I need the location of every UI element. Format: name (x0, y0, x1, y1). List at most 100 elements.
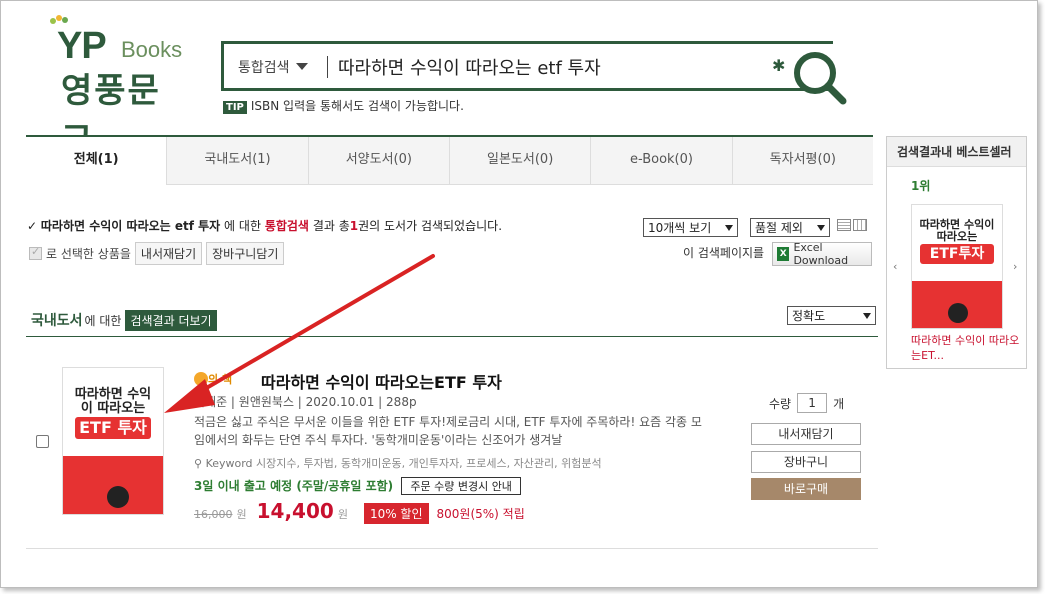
ship-estimate: 3일 이내 출고 예정 (194, 479, 293, 493)
key-icon: ⚲ (194, 457, 203, 470)
summary-query: 따라하면 수익이 따라오는 etf 투자 (40, 219, 221, 233)
bulk-label: 로 선택한 상품을 (46, 247, 131, 261)
search-tip: TIP ISBN 입력을 통해서도 검색이 가능합니다. (223, 97, 464, 114)
more-results-button[interactable]: 검색결과 더보기 (125, 310, 217, 331)
search-category-select[interactable]: 통합검색 (238, 57, 308, 77)
chevron-down-icon (295, 63, 308, 70)
original-price: 16,000 (194, 508, 233, 521)
bestseller-title: 검색결과내 베스트셀러 (887, 137, 1026, 167)
sale-price: 14,400 (256, 499, 334, 523)
next-arrow-icon[interactable]: › (1013, 260, 1017, 273)
summary-count: 1 (349, 219, 359, 233)
points-earned: 800원(5%) 적립 (436, 507, 525, 521)
bestseller-cover-emblem (948, 303, 968, 323)
section-for: 에 대한 (84, 314, 122, 328)
browser-frame: YP Books 영풍문고 통합검색 ✱ TIPISBN 입력을 통해서도 검색… (0, 0, 1038, 588)
book-description: 적금은 싫고 주식은 무서운 이들을 위한 ETF 투자!제로금리 시대, ET… (194, 415, 702, 447)
result-summary: ✓ 따라하면 수익이 따라오는 etf 투자 에 대한 통합검색 결과 총1권의… (27, 217, 502, 234)
add-wishlist-button[interactable]: 내서재담기 (134, 242, 203, 265)
logo-yp: YP (57, 25, 107, 67)
bestseller-name[interactable]: 따라하면 수익이 따라오는ET... (911, 333, 1021, 363)
check-icon: ✓ (27, 219, 38, 233)
editor-pick-badge: 의 책 (194, 371, 232, 387)
book-cover[interactable]: 따라하면 수익이 따라오는 ETF 투자 (62, 367, 164, 515)
price-row: 16,000 원 14,400 원 10% 할인 800원(5%) 적립 (194, 499, 525, 524)
view-toggle (837, 219, 869, 234)
bestseller-cover-title: 따라하면 수익이 따라오는 (919, 218, 995, 243)
logo[interactable]: YP Books 영풍문고 (47, 13, 187, 160)
cover-title: 따라하면 수익이 따라오는 (74, 387, 152, 416)
keyword-list: 시장지수, 투자법, 동학개미운동, 개인투자자, 프로세스, 자산관리, 위험… (256, 457, 602, 470)
cart-button[interactable]: 장바구니 (751, 451, 861, 473)
ship-note: (주말/공휴일 포함) (296, 479, 394, 493)
tab-reviews[interactable]: 독자서평(0) (732, 137, 873, 185)
list-view-icon[interactable] (837, 219, 851, 231)
prev-arrow-icon[interactable]: ‹ (893, 260, 897, 273)
book-checkbox[interactable] (36, 435, 49, 448)
export-label: 이 검색페이지를 (683, 246, 765, 260)
search-bar: 통합검색 ✱ (221, 41, 833, 91)
tab-all[interactable]: 전체(1) (26, 137, 168, 185)
sort-select[interactable]: 정확도 (787, 306, 876, 325)
book-meta: 이재준 | 원앤원북스 | 2020.10.01 | 288p (194, 395, 417, 409)
won-unit: 원 (236, 508, 247, 521)
book-keywords: ⚲ Keyword 시장지수, 투자법, 동학개미운동, 개인투자자, 프로세스… (194, 455, 602, 471)
excel-label: Excel Download (793, 241, 849, 267)
badge-label: 의 책 (208, 373, 233, 386)
stock-filter-select[interactable]: 품절 제외 (750, 218, 830, 237)
select-all-checkbox[interactable] (29, 245, 42, 260)
excel-download-button[interactable]: X Excel Download (772, 241, 872, 267)
quantity-input[interactable]: 1 (797, 393, 828, 413)
list-bottom-divider (26, 548, 878, 549)
sun-icon (194, 372, 208, 386)
tab-ebook[interactable]: e-Book(0) (591, 137, 733, 185)
add-cart-button[interactable]: 장바구니담기 (206, 242, 285, 265)
book-title[interactable]: 따라하면 수익이 따라오는ETF 투자 (261, 369, 502, 393)
per-page-value: 10개씩 보기 (648, 221, 712, 235)
won-unit-sale: 원 (337, 508, 348, 521)
order-qty-info-button[interactable]: 주문 수량 변경시 안내 (401, 477, 521, 495)
keyword-label: Keyword (205, 457, 253, 470)
qty-unit: 개 (833, 396, 845, 411)
per-page-select[interactable]: 10개씩 보기 (643, 218, 738, 237)
quantity-control: 수량 1 개 (769, 393, 844, 413)
logo-books: Books (121, 37, 183, 62)
cover-emblem (107, 486, 129, 508)
section-divider (26, 336, 878, 337)
summary-type: 통합검색 (264, 219, 309, 233)
summary-mid: 에 대한 (224, 219, 261, 233)
chevron-down-icon (817, 224, 825, 231)
stock-filter-value: 품절 제외 (755, 221, 803, 235)
bestseller-rank: 1위 (911, 179, 931, 193)
qty-label: 수량 (769, 396, 792, 411)
section-title: 국내도서 에 대한 검색결과 더보기 (31, 310, 217, 331)
bestseller-cover[interactable]: 따라하면 수익이 따라오는 ETF투자 (911, 204, 1003, 329)
wishlist-button[interactable]: 내서재담기 (751, 423, 861, 445)
buy-now-button[interactable]: 바로구매 (751, 478, 861, 500)
keyboard-icon[interactable]: ✱ (772, 56, 785, 75)
chevron-down-icon (863, 312, 871, 319)
result-tabs: 전체(1) 국내도서(1) 서양도서(0) 일본도서(0) e-Book(0) … (26, 135, 873, 185)
chevron-down-icon (725, 224, 733, 231)
tab-western[interactable]: 서양도서(0) (308, 137, 450, 185)
shipping-info: 3일 이내 출고 예정 (주말/공휴일 포함) 주문 수량 변경시 안내 (194, 477, 521, 495)
tab-domestic[interactable]: 국내도서(1) (167, 137, 309, 185)
tip-text: ISBN 입력을 통해서도 검색이 가능합니다. (250, 99, 464, 113)
bulk-action-row: 로 선택한 상품을 내서재담기 장바구니담기 (29, 242, 285, 265)
search-divider (327, 56, 328, 78)
sort-value: 정확도 (792, 309, 826, 323)
search-category-label: 통합검색 (238, 60, 290, 76)
bestseller-cover-etf: ETF투자 (920, 244, 994, 265)
grid-view-icon[interactable] (853, 219, 867, 231)
tab-japanese[interactable]: 일본도서(0) (449, 137, 592, 185)
bestseller-panel: 검색결과내 베스트셀러 1위 ‹ 따라하면 수익이 따라오는 ETF투자 › 따… (886, 136, 1027, 369)
summary-suffix: 권의 도서가 검색되었습니다. (358, 219, 503, 233)
excel-icon: X (777, 247, 790, 261)
tip-badge: TIP (223, 101, 247, 114)
cover-etf: ETF 투자 (75, 417, 151, 440)
search-icon[interactable] (791, 49, 851, 109)
section-name: 국내도서 (31, 313, 83, 329)
search-input[interactable] (338, 53, 758, 81)
discount-badge: 10% 할인 (363, 503, 429, 524)
summary-prefix: 결과 총 (312, 219, 350, 233)
